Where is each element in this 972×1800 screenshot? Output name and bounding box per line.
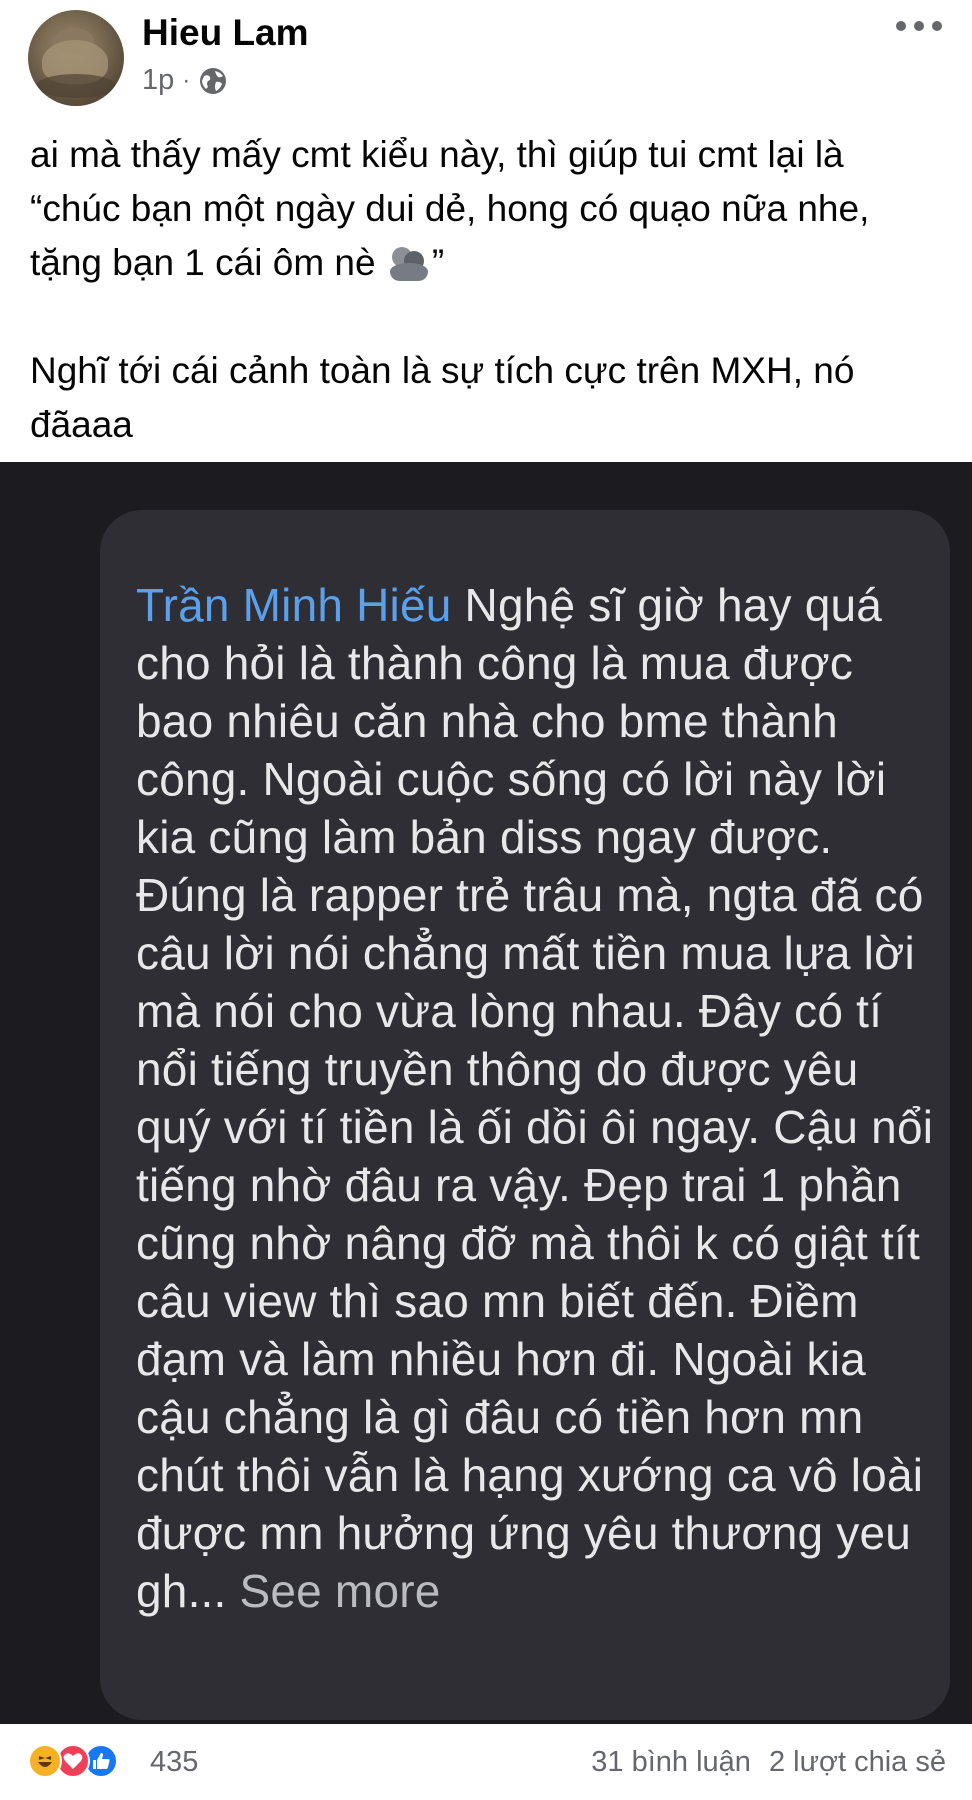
post-header: Hieu Lam 1p ·	[0, 0, 972, 120]
post-text-line: tặng bạn 1 cái ôm nè ”	[30, 242, 445, 283]
comment-bubble: Trần Minh Hiếu Nghệ sĩ giờ hay quá cho h…	[100, 510, 950, 1720]
post-meta: 1p ·	[142, 64, 228, 97]
comment-body: Nghệ sĩ giờ hay quá cho hỏi là thành côn…	[136, 579, 934, 1617]
post-footer: 435 31 bình luận 2 lượt chia sẻ	[0, 1724, 972, 1800]
author-name[interactable]: Hieu Lam	[142, 12, 309, 54]
haha-reaction-icon	[28, 1744, 62, 1778]
post-text-line: “chúc bạn một ngày dui dẻ, hong có quạo …	[30, 188, 870, 229]
see-more-link: See more	[239, 1565, 441, 1617]
meta-separator: ·	[182, 66, 191, 94]
commenter-name: Trần Minh Hiếu	[136, 579, 452, 631]
post-text-line: ai mà thấy mấy cmt kiểu này, thì giúp tu…	[30, 134, 844, 175]
avatar[interactable]	[28, 10, 124, 106]
post-text: ai mà thấy mấy cmt kiểu này, thì giúp tu…	[30, 128, 950, 452]
post-time[interactable]: 1p	[142, 64, 174, 97]
footer-stats: 31 bình luận 2 lượt chia sẻ	[591, 1746, 946, 1779]
embedded-screenshot: Trần Minh Hiếu Nghệ sĩ giờ hay quá cho h…	[0, 462, 972, 1724]
hug-emoji-icon	[388, 245, 430, 281]
reaction-icons[interactable]	[28, 1744, 118, 1778]
post-text-line: đãaaa	[30, 404, 133, 445]
comments-count[interactable]: 31 bình luận	[591, 1746, 751, 1779]
globe-icon[interactable]	[198, 66, 228, 96]
comment-text: Trần Minh Hiếu Nghệ sĩ giờ hay quá cho h…	[136, 576, 936, 1620]
post-text-line: Nghĩ tới cái cảnh toàn là sự tích cực tr…	[30, 350, 855, 391]
more-options-icon[interactable]	[896, 14, 948, 38]
reaction-count[interactable]: 435	[150, 1746, 198, 1779]
shares-count[interactable]: 2 lượt chia sẻ	[769, 1746, 946, 1779]
